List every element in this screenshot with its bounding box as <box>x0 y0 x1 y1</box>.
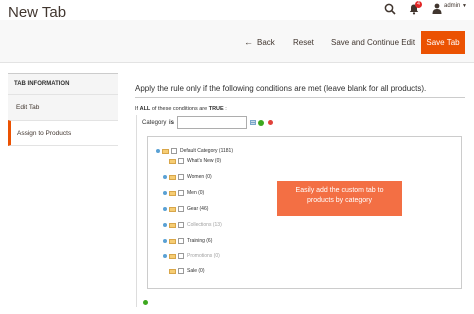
sidebar-item-label: Assign to Products <box>17 130 72 137</box>
chevron-down-icon[interactable]: ▼ <box>462 3 467 9</box>
reset-button[interactable]: Reset <box>293 38 314 47</box>
sidebar-item-label: Edit Tab <box>16 104 40 111</box>
tree-expander-icon[interactable] <box>163 175 167 179</box>
save-tab-button[interactable]: Save Tab <box>421 31 465 54</box>
folder-icon <box>169 222 176 228</box>
folder-icon <box>169 158 176 164</box>
tree-node-gear[interactable]: Gear (46) <box>163 204 208 214</box>
tree-node-label: Women (0) <box>187 174 212 180</box>
tree-node-promotions[interactable]: Promotions (0) <box>163 251 220 261</box>
category-checkbox[interactable] <box>178 222 184 228</box>
tree-node-label: Promotions (0) <box>187 253 220 259</box>
suffix-text: : <box>225 106 227 112</box>
folder-icon <box>169 268 176 274</box>
folder-icon <box>169 238 176 244</box>
tree-node-label: Training (6) <box>187 238 213 244</box>
tree-expander-icon[interactable] <box>163 239 167 243</box>
folder-icon <box>169 206 176 212</box>
condition-operator[interactable]: is <box>169 120 174 126</box>
condition-aggregator-line: If ALL of these conditions are TRUE : <box>135 106 227 112</box>
folder-icon <box>169 174 176 180</box>
value-select[interactable]: TRUE <box>209 106 224 112</box>
tree-node-label: Sale (0) <box>187 268 205 274</box>
notification-count-badge[interactable]: 4 <box>415 1 422 8</box>
tree-node-men[interactable]: Men (0) <box>163 188 204 198</box>
remove-condition-icon[interactable] <box>268 120 273 125</box>
tree-node-sale[interactable]: Sale (0) <box>163 266 205 276</box>
tree-node-label: Collections (13) <box>187 222 222 228</box>
category-checkbox[interactable] <box>178 253 184 259</box>
rule-heading: Apply the rule only if the following con… <box>135 84 427 93</box>
arrow-left-icon: ← <box>244 37 253 47</box>
list-chooser-icon[interactable] <box>250 120 256 125</box>
tree-node-women[interactable]: Women (0) <box>163 172 212 182</box>
save-and-continue-button[interactable]: Save and Continue Edit <box>331 38 415 47</box>
tree-expander-icon[interactable] <box>163 254 167 258</box>
tree-node-label: Men (0) <box>187 190 205 196</box>
callout-line-2: products by category <box>307 197 372 204</box>
folder-icon <box>169 190 176 196</box>
tree-node-whats-new[interactable]: What's New (0) <box>163 156 221 166</box>
tree-expander-icon[interactable] <box>163 191 167 195</box>
sidebar-title: TAB INFORMATION <box>8 73 118 94</box>
category-checkbox[interactable] <box>171 148 177 154</box>
category-checkbox[interactable] <box>178 238 184 244</box>
category-checkbox[interactable] <box>178 174 184 180</box>
user-name[interactable]: admin <box>444 3 460 9</box>
feature-callout: Easily add the custom tab to products by… <box>277 181 402 216</box>
add-condition-icon[interactable] <box>143 300 148 305</box>
apply-check-icon[interactable] <box>258 120 264 126</box>
tree-expander-icon[interactable] <box>163 207 167 211</box>
tab-sidebar: TAB INFORMATION Edit Tab Assign to Produ… <box>8 73 118 146</box>
folder-icon <box>162 148 169 154</box>
category-checkbox[interactable] <box>178 158 184 164</box>
search-icon[interactable] <box>384 3 396 15</box>
if-text: If <box>135 106 139 112</box>
tree-expander-icon[interactable] <box>156 149 160 153</box>
user-icon[interactable] <box>432 3 442 14</box>
heading-divider <box>135 97 465 98</box>
tree-node-label: Default Category (1181) <box>180 148 233 154</box>
category-checkbox[interactable] <box>178 190 184 196</box>
page-title: New Tab <box>8 4 67 21</box>
sidebar-item-edit-tab[interactable]: Edit Tab <box>8 94 118 120</box>
condition-attribute-label: Category <box>142 120 167 126</box>
tree-expander-icon[interactable] <box>163 223 167 227</box>
tree-node-training[interactable]: Training (6) <box>163 236 212 246</box>
sidebar-item-assign-to-products[interactable]: Assign to Products <box>8 120 118 146</box>
tree-node-collections[interactable]: Collections (13) <box>163 220 222 230</box>
conditions-border <box>136 115 137 307</box>
folder-icon <box>169 253 176 259</box>
back-button[interactable]: ← Back <box>244 37 275 47</box>
middle-text: of these conditions are <box>151 106 208 112</box>
callout-line-1: Easily add the custom tab to <box>295 187 384 194</box>
tree-node-default-category[interactable]: Default Category (1181) <box>156 146 233 156</box>
category-checkbox[interactable] <box>178 268 184 274</box>
tree-node-label: What's New (0) <box>187 158 222 164</box>
category-checkbox[interactable] <box>178 206 184 212</box>
tree-node-label: Gear (46) <box>187 206 209 212</box>
category-value-input[interactable] <box>177 116 247 129</box>
aggregator-select[interactable]: ALL <box>140 106 151 112</box>
back-button-label: Back <box>257 37 275 47</box>
